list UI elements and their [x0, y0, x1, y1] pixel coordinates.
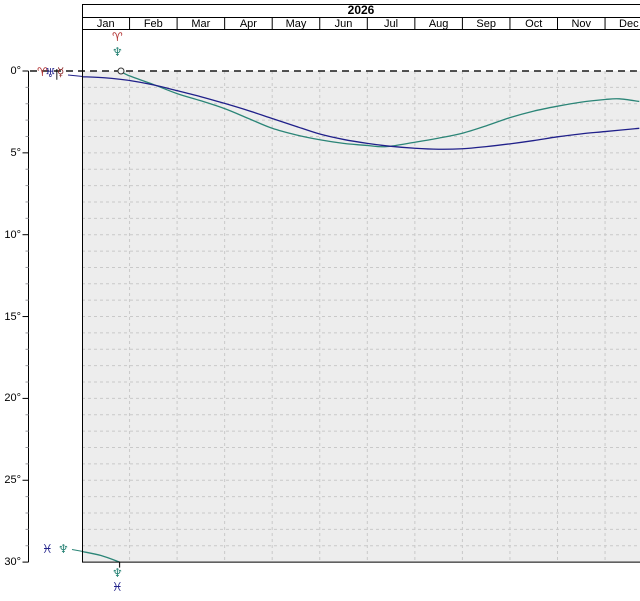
month-label-aug: Aug — [415, 19, 463, 30]
month-label-oct: Oct — [510, 19, 558, 30]
y-axis-label-5: 5° — [0, 148, 21, 159]
graphic-ephemeris: 2026 JanFebMarAprMayJunJulAugSepOctNovDe… — [0, 0, 640, 601]
y-axis-label-20: 20° — [0, 393, 21, 404]
month-label-mar: Mar — [177, 19, 225, 30]
month-label-may: May — [272, 19, 320, 30]
neptune-egress-icon: ♆ — [112, 567, 123, 580]
pluto-start-icon: ☿ — [57, 66, 64, 79]
aries-ingress-icon: ♈ — [112, 31, 123, 44]
pisces-egress-icon: ♓ — [112, 581, 123, 594]
pisces-start-icon: ♓ — [42, 543, 53, 556]
y-axis-label-10: 10° — [0, 230, 21, 241]
neptune-start-icon: ♆ — [58, 543, 69, 556]
y-axis-label-15: 15° — [0, 312, 21, 323]
month-label-apr: Apr — [225, 19, 273, 30]
y-axis-label-0: 0° — [0, 66, 21, 77]
neptune-ingress-icon: ♆ — [112, 46, 123, 59]
month-label-nov: Nov — [558, 19, 606, 30]
plot-canvas — [0, 0, 640, 601]
year-title: 2026 — [82, 4, 640, 16]
month-label-jun: Jun — [320, 19, 368, 30]
month-label-dec: Dec — [605, 19, 640, 30]
month-label-jan: Jan — [82, 19, 130, 30]
month-label-jul: Jul — [367, 19, 415, 30]
navy-label-connector — [68, 75, 83, 77]
y-axis-label-25: 25° — [0, 475, 21, 486]
month-label-feb: Feb — [130, 19, 178, 30]
y-axis-label-30: 30° — [0, 557, 21, 568]
month-label-sep: Sep — [462, 19, 510, 30]
teal-label-connector — [72, 550, 83, 552]
ingress-circle-marker — [118, 68, 124, 74]
